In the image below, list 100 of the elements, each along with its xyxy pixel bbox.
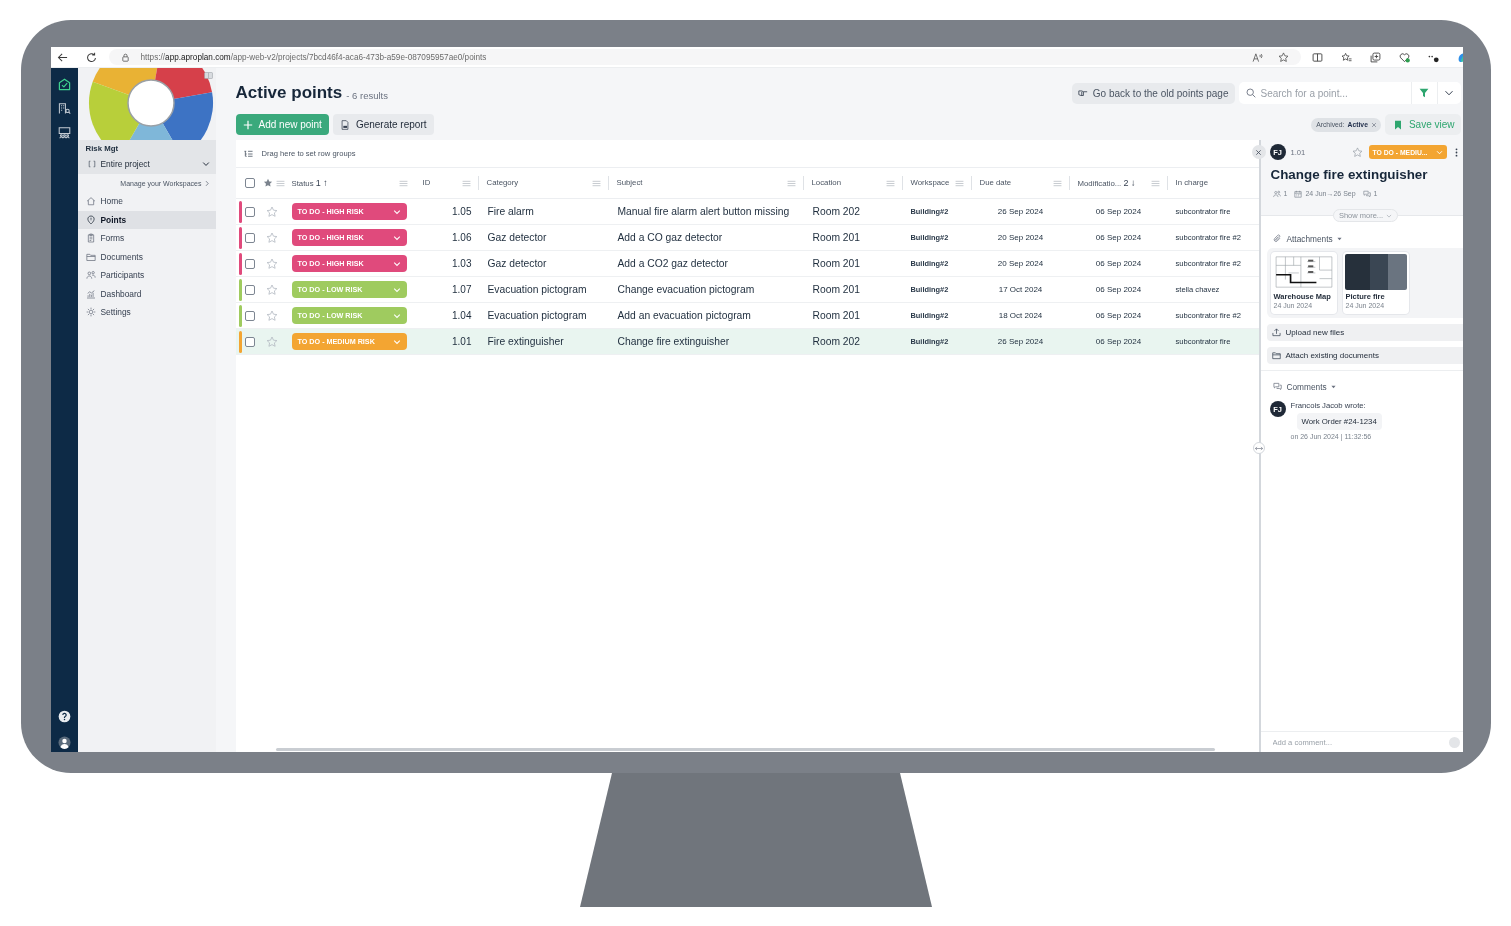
close-icon (1255, 148, 1262, 156)
refresh-icon[interactable] (85, 51, 97, 63)
location-cell: Room 201 (812, 232, 860, 243)
nav-item[interactable]: Forms (77, 229, 216, 248)
chevron-down-icon (392, 337, 401, 346)
modification-date-cell: 06 Sep 2024 (1095, 311, 1142, 320)
star-icon[interactable] (265, 335, 278, 348)
row-checkbox[interactable] (244, 310, 255, 321)
chevron-right-icon (204, 179, 209, 187)
double-arrow-icon (1254, 445, 1263, 451)
star-icon[interactable] (1351, 146, 1363, 158)
subject-cell: Add a CO2 gaz detector (617, 258, 728, 269)
pdf-file-icon (339, 119, 350, 130)
chevron-down-icon (392, 285, 401, 294)
chevron-down-icon (1435, 148, 1443, 156)
comments-toggle[interactable]: Comments (1272, 381, 1336, 392)
filter-button[interactable] (1410, 82, 1437, 104)
subject-cell: Add an evacuation pictogram (617, 310, 751, 321)
attachments-toggle[interactable]: Attachments (1272, 233, 1342, 244)
row-checkbox[interactable] (244, 258, 255, 269)
heart-icon[interactable] (1398, 51, 1410, 63)
chevron-down-icon (1386, 212, 1393, 219)
address-field[interactable]: https://app.aproplan.com/app-web-v2/projects/7bcd46f4-aca6-473b-a59e-087095957ae0/points (108, 49, 1301, 65)
gear-icon (85, 307, 96, 318)
building-icon[interactable] (57, 102, 71, 115)
category-cell: Fire alarm (487, 206, 534, 217)
scope-dropdown[interactable]: Entire project (77, 155, 216, 173)
modification-date-cell: 06 Sep 2024 (1095, 233, 1142, 242)
pin-icon (85, 214, 96, 225)
subject-cell: Change evacuation pictogram (617, 284, 755, 295)
id-cell: 1.07 (452, 284, 472, 295)
subject-cell: Add a CO gaz detector (617, 232, 723, 243)
row-checkbox[interactable] (244, 206, 255, 217)
id-cell: 1.06 (452, 232, 472, 243)
star-icon[interactable] (265, 309, 278, 322)
nav-item[interactable]: Documents (77, 247, 216, 266)
people-icon (1272, 189, 1281, 198)
user-icon[interactable] (57, 736, 71, 749)
page-title: Active points (235, 83, 343, 103)
chart-icon (85, 288, 96, 299)
chevron-down-icon (392, 207, 401, 216)
speech-bubbles-icon (1272, 382, 1282, 391)
star-icon[interactable] (1277, 51, 1289, 63)
star-icon[interactable] (265, 257, 278, 270)
upload-icon (1271, 328, 1281, 337)
modification-date-cell: 06 Sep 2024 (1095, 207, 1142, 216)
horizontal-scrollbar[interactable] (275, 748, 1215, 751)
board-icon[interactable] (57, 126, 71, 139)
location-cell: Room 201 (812, 284, 860, 295)
nav-item[interactable]: Settings (77, 303, 216, 322)
location-cell: Room 202 (812, 206, 860, 217)
read-aloud-icon[interactable] (1251, 51, 1263, 63)
row-checkbox[interactable] (244, 284, 255, 295)
search-icon (1245, 88, 1256, 98)
caret-down-icon (1336, 236, 1342, 241)
help-icon[interactable] (57, 710, 71, 723)
id-cell: 1.05 (452, 206, 472, 217)
modification-date-cell: 06 Sep 2024 (1095, 259, 1142, 268)
star-icon[interactable] (265, 205, 278, 218)
back-icon[interactable] (56, 51, 68, 63)
photo-placeholder (1344, 254, 1407, 290)
due-date-cell: 17 Oct 2024 (998, 285, 1043, 294)
frame-icon (87, 160, 96, 168)
nav-item[interactable]: Participants (77, 266, 216, 285)
select-all-checkbox[interactable] (244, 178, 255, 188)
file-action-button[interactable]: Upload new files (1266, 324, 1463, 341)
row-groups-icon (243, 149, 253, 158)
search-field[interactable]: Search for a point... (1238, 82, 1411, 104)
filter-icon (1419, 88, 1429, 98)
file-action-button[interactable]: Attach existing documents (1266, 347, 1463, 364)
id-cell: 1.04 (452, 310, 472, 321)
favorites-icon[interactable] (1340, 51, 1352, 63)
old-page-button[interactable]: Go back to the old points page (1071, 82, 1235, 104)
nav-item[interactable]: Dashboard (77, 284, 216, 303)
nav-item[interactable]: Points (77, 210, 216, 229)
people-icon (85, 270, 96, 281)
close-icon[interactable] (1370, 121, 1377, 128)
location-cell: Room 202 (812, 336, 860, 347)
calendar-icon (1294, 189, 1303, 198)
chevron-down-icon (392, 233, 401, 242)
star-icon[interactable] (262, 178, 273, 188)
due-date-cell: 20 Sep 2024 (997, 233, 1044, 242)
id-cell: 1.03 (452, 258, 472, 269)
action-button[interactable]: Generate report (332, 114, 434, 135)
star-icon[interactable] (265, 231, 278, 244)
split-screen-icon[interactable] (1311, 51, 1323, 63)
modification-date-cell: 06 Sep 2024 (1095, 337, 1142, 346)
nav-item[interactable]: Home (77, 192, 216, 211)
category-cell: Gaz detector (487, 232, 547, 243)
more-options-icon[interactable] (1454, 147, 1458, 157)
location-cell: Room 201 (812, 258, 860, 269)
row-checkbox[interactable] (244, 336, 255, 347)
lock-icon (120, 52, 130, 62)
check-house-icon[interactable] (57, 78, 71, 91)
collections-icon[interactable] (1369, 51, 1381, 63)
clipboard-icon (85, 233, 96, 244)
row-checkbox[interactable] (244, 232, 255, 243)
pointing-hand-icon (1077, 88, 1088, 98)
star-icon[interactable] (265, 283, 278, 296)
image-icon[interactable] (203, 72, 213, 79)
